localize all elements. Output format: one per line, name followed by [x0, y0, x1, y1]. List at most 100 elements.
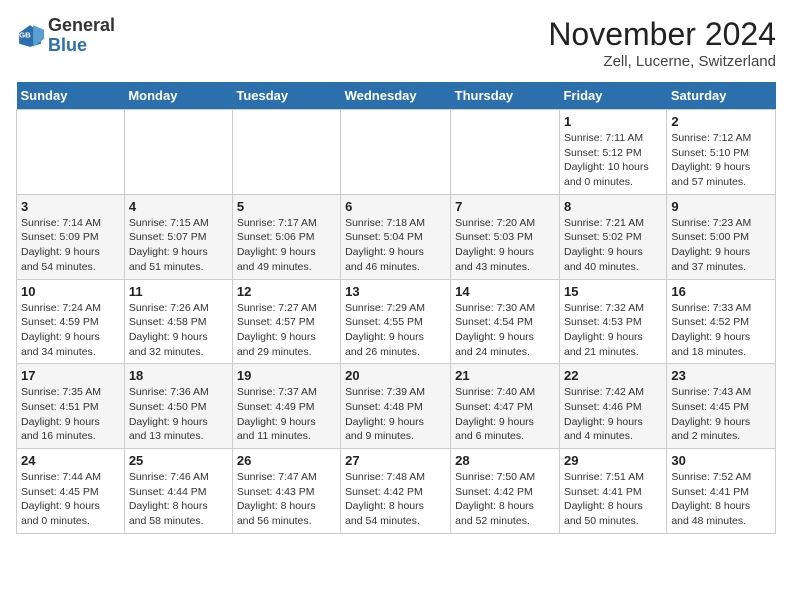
day-number: 13 [345, 284, 446, 299]
day-info: Sunrise: 7:30 AM Sunset: 4:54 PM Dayligh… [455, 301, 555, 360]
day-info: Sunrise: 7:52 AM Sunset: 4:41 PM Dayligh… [671, 470, 771, 529]
day-number: 14 [455, 284, 555, 299]
day-cell [124, 110, 232, 195]
day-info: Sunrise: 7:35 AM Sunset: 4:51 PM Dayligh… [21, 385, 120, 444]
day-cell: 28 Sunrise: 7:50 AM Sunset: 4:42 PM Dayli… [451, 449, 560, 534]
day-number: 27 [345, 453, 446, 468]
day-info: Sunrise: 7:50 AM Sunset: 4:42 PM Dayligh… [455, 470, 555, 529]
day-number: 28 [455, 453, 555, 468]
day-cell: 24 Sunrise: 7:44 AM Sunset: 4:45 PM Dayli… [17, 449, 125, 534]
logo-text: General Blue [48, 16, 115, 56]
day-cell: 12 Sunrise: 7:27 AM Sunset: 4:57 PM Dayli… [232, 279, 340, 364]
day-cell [232, 110, 340, 195]
col-header-thursday: Thursday [451, 82, 560, 110]
day-cell: 30 Sunrise: 7:52 AM Sunset: 4:41 PM Dayli… [667, 449, 776, 534]
day-number: 17 [21, 368, 120, 383]
day-info: Sunrise: 7:36 AM Sunset: 4:50 PM Dayligh… [129, 385, 228, 444]
week-row-3: 10 Sunrise: 7:24 AM Sunset: 4:59 PM Dayli… [17, 279, 776, 364]
day-number: 26 [237, 453, 336, 468]
day-info: Sunrise: 7:26 AM Sunset: 4:58 PM Dayligh… [129, 301, 228, 360]
day-cell: 6 Sunrise: 7:18 AM Sunset: 5:04 PM Daylig… [341, 194, 451, 279]
day-cell [341, 110, 451, 195]
day-number: 23 [671, 368, 771, 383]
day-cell: 4 Sunrise: 7:15 AM Sunset: 5:07 PM Daylig… [124, 194, 232, 279]
logo-blue: Blue [48, 35, 87, 55]
day-info: Sunrise: 7:11 AM Sunset: 5:12 PM Dayligh… [564, 131, 662, 190]
day-number: 2 [671, 114, 771, 129]
day-number: 21 [455, 368, 555, 383]
day-info: Sunrise: 7:39 AM Sunset: 4:48 PM Dayligh… [345, 385, 446, 444]
week-row-5: 24 Sunrise: 7:44 AM Sunset: 4:45 PM Dayli… [17, 449, 776, 534]
day-number: 18 [129, 368, 228, 383]
day-cell: 20 Sunrise: 7:39 AM Sunset: 4:48 PM Dayli… [341, 364, 451, 449]
day-cell: 3Sunrise: 7:14 AM Sunset: 5:09 PM Daylig… [17, 194, 125, 279]
day-info: Sunrise: 7:12 AM Sunset: 5:10 PM Dayligh… [671, 131, 771, 190]
day-number: 30 [671, 453, 771, 468]
day-info: Sunrise: 7:40 AM Sunset: 4:47 PM Dayligh… [455, 385, 555, 444]
day-info: Sunrise: 7:27 AM Sunset: 4:57 PM Dayligh… [237, 301, 336, 360]
day-number: 12 [237, 284, 336, 299]
day-number: 10 [21, 284, 120, 299]
day-cell: 8Sunrise: 7:21 AM Sunset: 5:02 PM Daylig… [559, 194, 666, 279]
col-header-monday: Monday [124, 82, 232, 110]
day-cell: 14 Sunrise: 7:30 AM Sunset: 4:54 PM Dayli… [451, 279, 560, 364]
col-header-sunday: Sunday [17, 82, 125, 110]
day-info: Sunrise: 7:42 AM Sunset: 4:46 PM Dayligh… [564, 385, 662, 444]
day-number: 15 [564, 284, 662, 299]
day-info: Sunrise: 7:17 AM Sunset: 5:06 PM Dayligh… [237, 216, 336, 275]
day-info: Sunrise: 7:24 AM Sunset: 4:59 PM Dayligh… [21, 301, 120, 360]
day-info: Sunrise: 7:18 AM Sunset: 5:04 PM Dayligh… [345, 216, 446, 275]
day-cell: 9Sunrise: 7:23 AM Sunset: 5:00 PM Daylig… [667, 194, 776, 279]
day-number: 25 [129, 453, 228, 468]
header: GB General Blue November 2024 Zell, Luce… [16, 16, 776, 70]
location: Zell, Lucerne, Switzerland [548, 53, 776, 70]
logo-general: General [48, 15, 115, 35]
day-info: Sunrise: 7:47 AM Sunset: 4:43 PM Dayligh… [237, 470, 336, 529]
day-info: Sunrise: 7:32 AM Sunset: 4:53 PM Dayligh… [564, 301, 662, 360]
day-info: Sunrise: 7:37 AM Sunset: 4:49 PM Dayligh… [237, 385, 336, 444]
day-number: 11 [129, 284, 228, 299]
day-info: Sunrise: 7:43 AM Sunset: 4:45 PM Dayligh… [671, 385, 771, 444]
day-info: Sunrise: 7:48 AM Sunset: 4:42 PM Dayligh… [345, 470, 446, 529]
day-info: Sunrise: 7:29 AM Sunset: 4:55 PM Dayligh… [345, 301, 446, 360]
day-info: Sunrise: 7:20 AM Sunset: 5:03 PM Dayligh… [455, 216, 555, 275]
day-number: 6 [345, 199, 446, 214]
day-cell: 27 Sunrise: 7:48 AM Sunset: 4:42 PM Dayli… [341, 449, 451, 534]
day-number: 1 [564, 114, 662, 129]
day-cell: 2 Sunrise: 7:12 AM Sunset: 5:10 PM Daylig… [667, 110, 776, 195]
day-number: 22 [564, 368, 662, 383]
day-number: 20 [345, 368, 446, 383]
day-info: Sunrise: 7:46 AM Sunset: 4:44 PM Dayligh… [129, 470, 228, 529]
day-info: Sunrise: 7:51 AM Sunset: 4:41 PM Dayligh… [564, 470, 662, 529]
day-cell: 19Sunrise: 7:37 AM Sunset: 4:49 PM Dayli… [232, 364, 340, 449]
day-cell: 23 Sunrise: 7:43 AM Sunset: 4:45 PM Dayli… [667, 364, 776, 449]
day-number: 7 [455, 199, 555, 214]
col-header-wednesday: Wednesday [341, 82, 451, 110]
title-area: November 2024 Zell, Lucerne, Switzerland [548, 16, 776, 70]
col-header-saturday: Saturday [667, 82, 776, 110]
day-info: Sunrise: 7:14 AM Sunset: 5:09 PM Dayligh… [21, 216, 120, 275]
day-cell: 18 Sunrise: 7:36 AM Sunset: 4:50 PM Dayli… [124, 364, 232, 449]
day-info: Sunrise: 7:33 AM Sunset: 4:52 PM Dayligh… [671, 301, 771, 360]
day-info: Sunrise: 7:15 AM Sunset: 5:07 PM Dayligh… [129, 216, 228, 275]
day-cell [17, 110, 125, 195]
header-row: SundayMondayTuesdayWednesdayThursdayFrid… [17, 82, 776, 110]
day-number: 24 [21, 453, 120, 468]
day-cell [451, 110, 560, 195]
calendar-table: SundayMondayTuesdayWednesdayThursdayFrid… [16, 82, 776, 534]
day-cell: 16Sunrise: 7:33 AM Sunset: 4:52 PM Dayli… [667, 279, 776, 364]
day-number: 4 [129, 199, 228, 214]
svg-text:GB: GB [19, 30, 31, 39]
day-cell: 25 Sunrise: 7:46 AM Sunset: 4:44 PM Dayli… [124, 449, 232, 534]
week-row-4: 17 Sunrise: 7:35 AM Sunset: 4:51 PM Dayli… [17, 364, 776, 449]
day-info: Sunrise: 7:44 AM Sunset: 4:45 PM Dayligh… [21, 470, 120, 529]
week-row-1: 1 Sunrise: 7:11 AM Sunset: 5:12 PM Daylig… [17, 110, 776, 195]
day-cell: 7 Sunrise: 7:20 AM Sunset: 5:03 PM Daylig… [451, 194, 560, 279]
day-cell: 17 Sunrise: 7:35 AM Sunset: 4:51 PM Dayli… [17, 364, 125, 449]
day-cell: 13 Sunrise: 7:29 AM Sunset: 4:55 PM Dayli… [341, 279, 451, 364]
day-info: Sunrise: 7:23 AM Sunset: 5:00 PM Dayligh… [671, 216, 771, 275]
col-header-tuesday: Tuesday [232, 82, 340, 110]
day-cell: 21 Sunrise: 7:40 AM Sunset: 4:47 PM Dayli… [451, 364, 560, 449]
logo-icon: GB [16, 22, 44, 50]
day-cell: 1 Sunrise: 7:11 AM Sunset: 5:12 PM Daylig… [559, 110, 666, 195]
